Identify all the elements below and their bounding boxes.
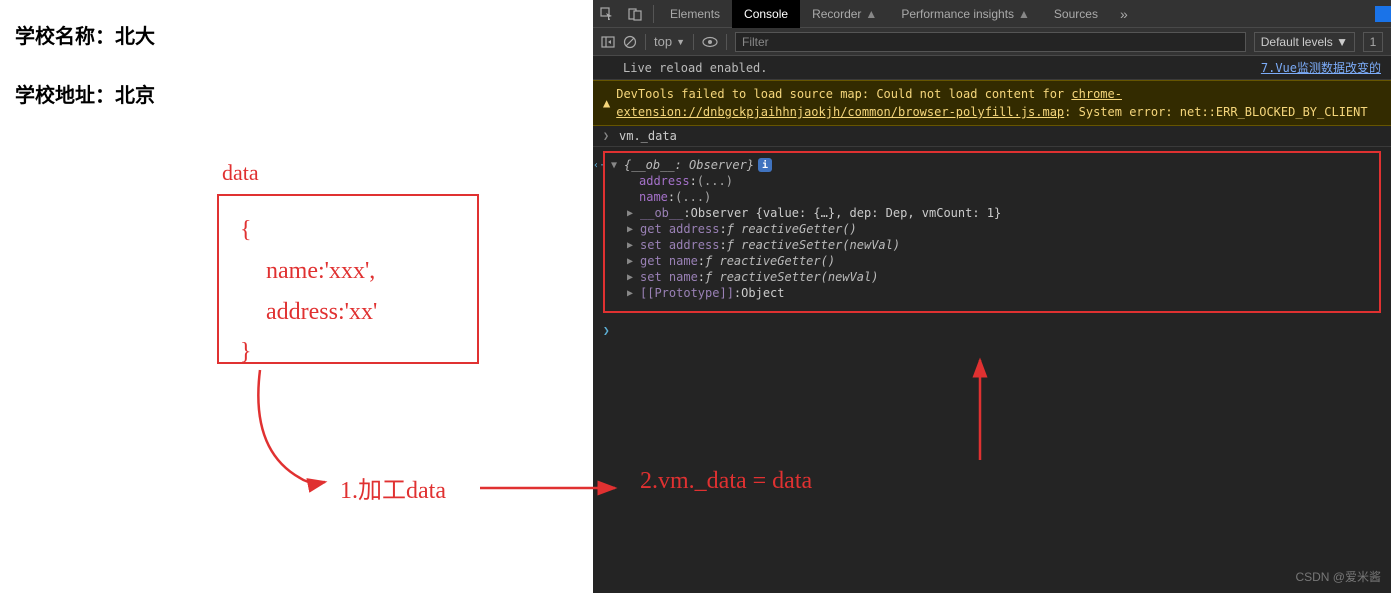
tab-recorder-label: Recorder [812,7,861,21]
prompt-chevron-icon: ❯ [603,324,610,337]
expand-icon[interactable]: ▶ [627,256,637,267]
tab-console[interactable]: Console [732,0,800,28]
prop-key: get address [640,222,719,236]
annotation-code: { name:'xxx', address:'xx' } [240,210,377,373]
warn-prefix: DevTools failed to load source map: Coul… [616,87,1071,101]
annotation-step2: 2.vm._data = data [640,468,812,495]
expand-icon[interactable]: ▼ [611,160,621,171]
prop-ob[interactable]: ▶ __ob__: Observer {value: {…}, dep: Dep… [611,205,1373,221]
devtools-tab-bar: Elements Console Recorder▲ Performance i… [593,0,1391,28]
console-toolbar: top ▼ Filter Default levels ▼ 1 [593,28,1391,56]
prop-value: ƒ reactiveGetter() [727,222,857,236]
prop-set-address[interactable]: ▶ set address: ƒ reactiveSetter(newVal) [611,237,1373,253]
expand-icon[interactable]: ▶ [627,208,637,219]
console-content: Live reload enabled. 7.Vue监测数据改变的 ▲ DevT… [593,56,1391,339]
more-tabs-icon[interactable]: » [1110,6,1138,22]
prop-get-name[interactable]: ▶ get name: ƒ reactiveGetter() [611,253,1373,269]
tab-performance[interactable]: Performance insights▲ [889,0,1042,28]
annotation-data-label: data [222,160,259,186]
divider [645,34,646,50]
dropdown-arrow-icon: ▼ [676,37,685,47]
clear-console-icon[interactable] [623,35,637,49]
prop-name[interactable]: name: (...) [611,189,1373,205]
expand-icon[interactable]: ▶ [627,288,637,299]
divider [653,5,654,23]
school-address-value: 北京 [115,85,155,107]
tab-perf-label: Performance insights [901,7,1014,21]
school-name-heading: 学校名称：北大 [15,20,578,49]
info-badge-icon[interactable]: i [758,158,772,172]
school-name-value: 北大 [115,26,155,48]
prop-key: set name [640,270,698,284]
code-close: } [240,332,377,373]
prop-key: get name [640,254,698,268]
hidden-count[interactable]: 1 [1363,32,1383,52]
prop-get-address[interactable]: ▶ get address: ƒ reactiveGetter() [611,221,1373,237]
prop-value: (...) [675,190,711,204]
console-input-echo: ❯ vm._data [593,126,1391,147]
filter-input[interactable]: Filter [735,32,1246,52]
prop-value: Observer {value: {…}, dep: Dep, vmCount:… [691,206,1002,220]
expand-icon[interactable]: ▶ [627,272,637,283]
watermark: CSDN @爱米酱 [1295,568,1381,585]
live-expression-icon[interactable] [702,36,718,48]
prop-address[interactable]: address: (...) [611,173,1373,189]
prop-value: (...) [697,174,733,188]
root-value: {__ob__: Observer} [624,158,754,172]
prop-prototype[interactable]: ▶ [[Prototype]]: Object [611,285,1373,301]
code-open: { [240,210,377,251]
log-live-reload: Live reload enabled. 7.Vue监测数据改变的 [593,56,1391,80]
tree-root[interactable]: ‹· ▼ {__ob__: Observer} i [611,157,1373,173]
context-label: top [654,34,672,49]
live-reload-text: Live reload enabled. [623,61,768,75]
inspect-icon[interactable] [593,7,621,21]
context-selector[interactable]: top ▼ [654,34,685,49]
console-prompt[interactable]: ❯ [593,321,1391,339]
filter-placeholder: Filter [742,35,769,49]
school-address-label: 学校地址： [15,85,115,107]
school-address-heading: 学校地址：北京 [15,79,578,108]
log-levels-selector[interactable]: Default levels ▼ [1254,32,1355,52]
expand-icon[interactable]: ▶ [627,240,637,251]
prop-value: Object [741,286,784,300]
prop-value: ƒ reactiveSetter(newVal) [727,238,900,252]
tab-sources[interactable]: Sources [1042,0,1110,28]
prop-key: [[Prototype]] [640,286,734,300]
school-name-label: 学校名称： [15,26,115,48]
code-line2: address:'xx' [240,292,377,333]
divider [693,34,694,50]
input-expression: vm._data [619,129,677,143]
log-warning: ▲ DevTools failed to load source map: Co… [593,80,1391,126]
prop-key: set address [640,238,719,252]
device-toggle-icon[interactable] [621,7,649,21]
divider [726,34,727,50]
code-line1: name:'xxx', [240,251,377,292]
source-link[interactable]: 7.Vue监测数据改变的 [1261,59,1381,76]
console-output: ‹· ▼ {__ob__: Observer} i address: (...)… [593,147,1391,321]
expand-icon[interactable]: ▶ [627,224,637,235]
tab-elements[interactable]: Elements [658,0,732,28]
highlight-box: ‹· ▼ {__ob__: Observer} i address: (...)… [603,151,1381,313]
prop-set-name[interactable]: ▶ set name: ƒ reactiveSetter(newVal) [611,269,1373,285]
warn-suffix: : System error: net::ERR_BLOCKED_BY_CLIE… [1064,105,1367,119]
warning-icon: ▲ [603,94,610,112]
devtools-panel: Elements Console Recorder▲ Performance i… [593,0,1391,593]
prop-value: ƒ reactiveSetter(newVal) [705,270,878,284]
output-chevron-icon: ‹· [593,160,605,171]
input-chevron-icon: ❯ [603,131,615,142]
prop-key: __ob__ [640,206,683,220]
prop-key: address [639,174,690,188]
annotation-step1: 1.加工data [340,470,446,505]
prop-value: ƒ reactiveGetter() [705,254,835,268]
sidebar-toggle-icon[interactable] [601,35,615,49]
settings-icon[interactable] [1375,6,1391,22]
tab-recorder[interactable]: Recorder▲ [800,0,889,28]
prop-key: name [639,190,668,204]
